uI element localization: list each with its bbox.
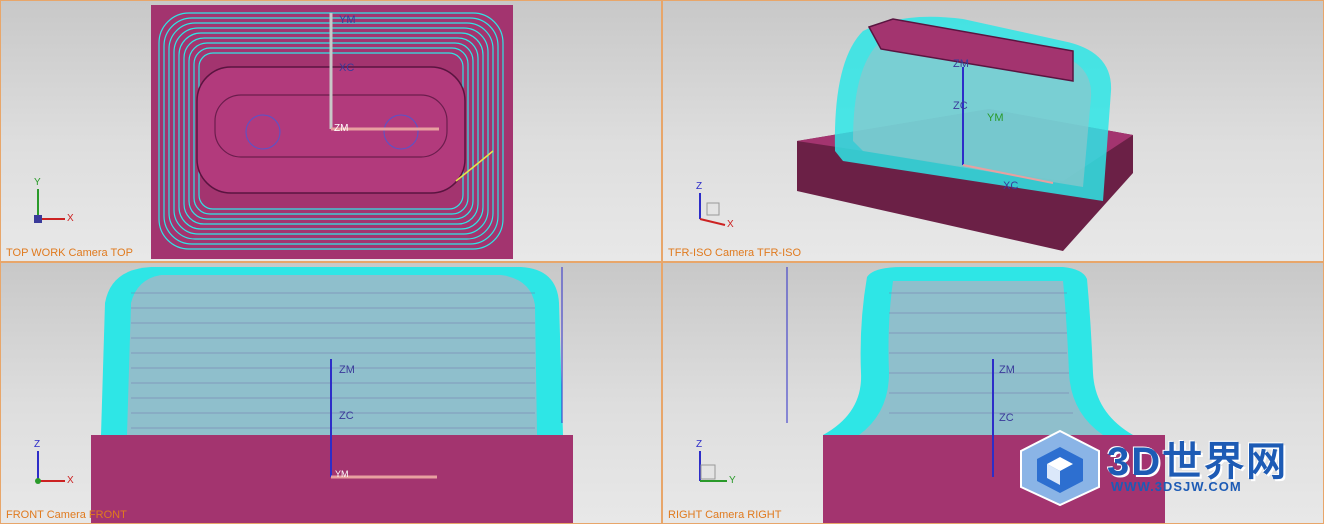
zm-axis-label: ZM bbox=[334, 123, 348, 134]
ym-axis-label: YM bbox=[339, 14, 356, 26]
view-triad-top: Y X bbox=[29, 177, 89, 231]
watermark-url: WWW.3DSJW.COM bbox=[1111, 479, 1242, 494]
triad-axis-a: Z bbox=[696, 439, 703, 450]
view-triad-right: Z Y bbox=[691, 439, 751, 493]
zm-axis-label: ZM bbox=[953, 58, 969, 70]
viewport-iso[interactable]: ZM ZC YM XC Z X TFR-ISO Camera TFR-ISO bbox=[662, 0, 1324, 262]
triad-axis-a: Z bbox=[34, 439, 41, 450]
zm-axis-label: ZM bbox=[999, 364, 1015, 376]
zm-axis-label: ZM bbox=[339, 364, 355, 376]
triad-icon bbox=[35, 451, 65, 484]
triad-axis-b: Y bbox=[729, 475, 736, 486]
camera-label-right: RIGHT Camera RIGHT bbox=[668, 509, 782, 521]
viewport-top[interactable]: YM XC ZM Y X TOP WORK Camera TOP bbox=[0, 0, 662, 262]
viewport-grid: YM XC ZM Y X TOP WORK Camera TOP ZM ZC Y… bbox=[0, 0, 1324, 524]
camera-label-top: TOP WORK Camera TOP bbox=[6, 247, 133, 259]
zc-axis-label: ZC bbox=[999, 412, 1014, 424]
triad-axis-b: X bbox=[727, 219, 734, 230]
view-triad-front: Z X bbox=[29, 439, 89, 493]
iso-view-scene: ZM ZC YM XC bbox=[797, 16, 1133, 251]
top-view-scene: YM XC ZM bbox=[151, 5, 513, 259]
view-triad-iso: Z X bbox=[691, 181, 751, 235]
camera-label-iso: TFR-ISO Camera TFR-ISO bbox=[668, 247, 802, 259]
ym-axis-label: YM bbox=[335, 469, 349, 479]
xc-axis-label: XC bbox=[339, 62, 354, 74]
triad-axis-a: Z bbox=[696, 181, 703, 192]
xc-axis-label: XC bbox=[1003, 180, 1018, 192]
triad-axis-a: Y bbox=[34, 177, 41, 188]
triad-axis-b: X bbox=[67, 475, 74, 486]
zc-axis-label: ZC bbox=[339, 410, 354, 422]
viewport-front[interactable]: ZM ZC YM Z X FRONT Camera FRONT bbox=[0, 262, 662, 524]
watermark: 3D世界网 WWW.3DSJW.COM bbox=[1015, 427, 1315, 507]
triad-icon bbox=[34, 189, 65, 223]
triad-icon bbox=[699, 451, 727, 482]
zc-axis-label: ZC bbox=[953, 100, 968, 112]
cube-logo-icon bbox=[1020, 429, 1100, 507]
ym-axis-label: YM bbox=[987, 112, 1004, 124]
camera-label-front: FRONT Camera FRONT bbox=[6, 509, 127, 521]
viewport-right[interactable]: ZM ZC Z Y RIGHT Camera RIGHT 3D世界网 WWW.3… bbox=[662, 262, 1324, 524]
front-view-scene: ZM ZC YM bbox=[91, 267, 573, 523]
triad-icon bbox=[699, 193, 726, 226]
triad-axis-b: X bbox=[67, 213, 74, 224]
